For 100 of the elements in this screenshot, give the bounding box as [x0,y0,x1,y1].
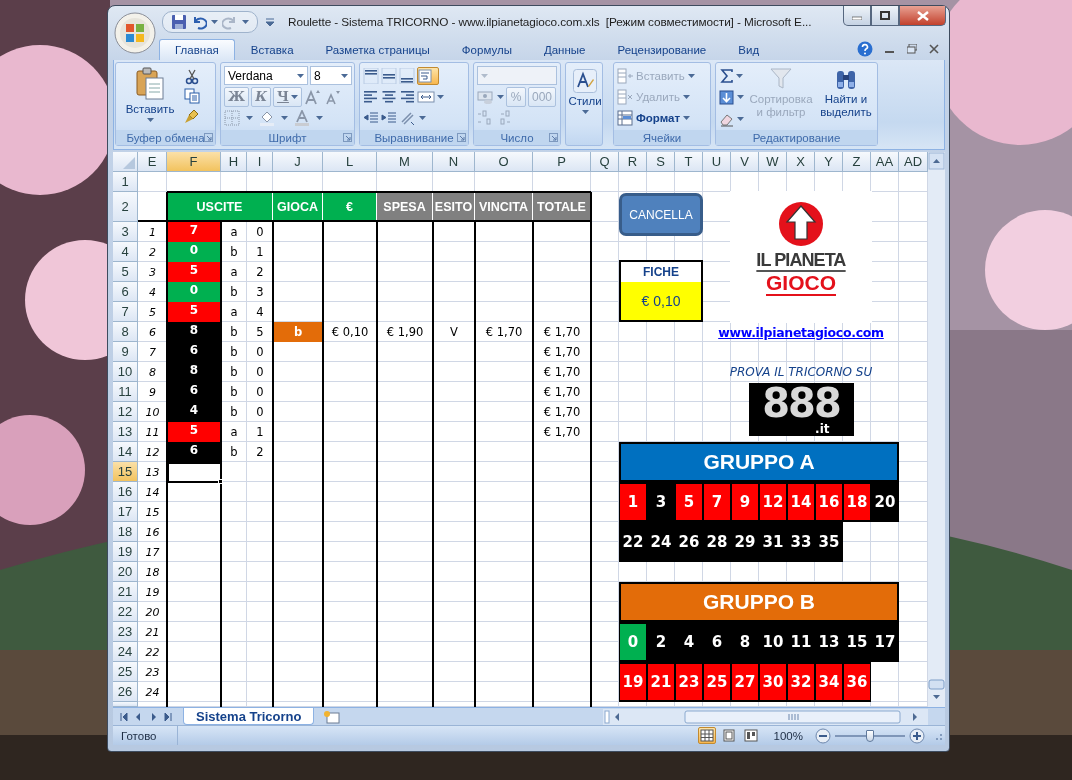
caret-icon[interactable] [281,115,288,120]
column-header[interactable]: T [675,152,703,172]
close-icon[interactable] [929,44,939,54]
zoom-in-icon[interactable] [909,727,925,744]
column-header[interactable]: F [167,152,221,172]
slider-thumb[interactable] [866,729,874,742]
row-header[interactable]: 19 [113,542,138,562]
column-header[interactable]: N [433,152,475,172]
fill-down-icon[interactable] [719,90,734,105]
cancel-button[interactable]: CANCELLA [619,193,703,236]
ribbon-tab[interactable]: Вставка [234,39,310,60]
caret-icon[interactable] [316,115,323,120]
row-header[interactable]: 18 [113,522,138,542]
wrap-text-icon[interactable] [417,66,439,85]
row-header[interactable]: 7 [113,302,138,322]
promo-logo[interactable]: 888 .it [748,383,854,436]
font-grow-icon[interactable] [303,88,322,105]
horizontal-scrollbar[interactable] [603,708,928,725]
dialog-launcher-icon[interactable] [343,133,352,142]
align-top-icon[interactable] [363,67,379,84]
row-header[interactable]: 16 [113,482,138,502]
page-break-icon[interactable] [741,727,760,744]
column-header[interactable]: J [273,152,323,172]
caret-icon[interactable] [419,115,426,120]
caret-icon[interactable] [246,115,253,120]
font-size-field[interactable]: 8 [310,66,352,85]
zoom-out-icon[interactable] [815,727,831,744]
customize-icon[interactable] [266,18,274,26]
column-header[interactable]: AA [871,152,899,172]
column-header[interactable]: W [759,152,787,172]
row-header[interactable]: 11 [113,382,138,402]
ribbon-tab[interactable]: Вид [722,39,776,60]
dialog-launcher-icon[interactable] [549,133,558,142]
selected-cell[interactable] [167,462,222,483]
column-header[interactable]: Z [843,152,871,172]
row-header[interactable]: 10 [113,362,138,382]
scissors-icon[interactable] [184,68,200,85]
column-header[interactable]: M [377,152,433,172]
column-header[interactable]: S [647,152,675,172]
font-color-icon[interactable] [294,109,310,126]
decrease-indent-icon[interactable] [363,109,379,126]
number-format-field[interactable] [477,66,557,85]
maximize-button[interactable] [871,6,899,26]
website-link[interactable]: www.ilpianetagioco.com [718,324,884,340]
row-header[interactable]: 21 [113,582,138,602]
undo-icon[interactable] [191,14,207,30]
sheet-tab[interactable]: Sistema Tricorno [183,708,315,725]
row-header[interactable]: 25 [113,662,138,682]
column-header[interactable]: L [323,152,377,172]
font-shrink-icon[interactable] [323,88,342,105]
row-header[interactable]: 26 [113,682,138,702]
ribbon-command[interactable]: Найти и выделить [817,65,874,128]
help-icon[interactable] [857,41,873,57]
column-header[interactable]: O [475,152,533,172]
sum-icon[interactable] [719,68,733,85]
caret-icon[interactable] [737,95,744,100]
increase-indent-icon[interactable] [381,109,397,126]
ribbon-tab[interactable]: Рецензирование [601,39,723,60]
fill-color-icon[interactable] [259,109,275,126]
row-header[interactable]: 23 [113,622,138,642]
column-header[interactable]: R [619,152,647,172]
ribbon-tab[interactable]: Разметка страницы [309,39,446,60]
ribbon-command[interactable]: Формат [617,107,695,128]
dialog-launcher-icon[interactable] [457,133,466,142]
align-left-icon[interactable] [363,88,379,105]
row-header[interactable]: 3 [113,222,138,242]
row-header[interactable]: 15 [113,462,138,482]
row-header[interactable]: 22 [113,602,138,622]
column-header[interactable]: V [731,152,759,172]
vertical-scrollbar[interactable] [928,152,945,707]
row-header[interactable]: 20 [113,562,138,582]
column-header[interactable]: AD [899,152,928,172]
column-header[interactable]: P [533,152,591,172]
row-header[interactable]: 14 [113,442,138,462]
minimize-button[interactable] [843,6,871,26]
restore-icon[interactable] [907,44,917,54]
column-header[interactable]: E [138,152,167,172]
ribbon-tab[interactable]: Формулы [445,39,528,60]
row-header[interactable]: 17 [113,502,138,522]
align-right-icon[interactable] [399,88,415,105]
office-button[interactable] [114,12,156,54]
save-icon[interactable] [171,14,187,30]
row-header[interactable]: 13 [113,422,138,442]
column-header[interactable]: H [221,152,247,172]
caret-icon[interactable] [437,94,444,99]
align-bottom-icon[interactable] [399,67,415,84]
copy-icon[interactable] [184,88,200,105]
ribbon-tab[interactable]: Главная [159,39,235,60]
column-header[interactable]: Y [815,152,843,172]
caret-icon[interactable] [497,94,504,99]
caret-icon[interactable] [736,74,743,79]
paint-brush-icon[interactable] [184,108,200,125]
column-header[interactable]: X [787,152,815,172]
row-header[interactable]: 5 [113,262,138,282]
column-header[interactable]: Q [591,152,619,172]
close-button[interactable] [899,6,946,26]
align-center-icon[interactable] [381,88,397,105]
row-header[interactable]: 9 [113,342,138,362]
row-header[interactable]: 2 [113,192,138,222]
align-middle-icon[interactable] [381,67,397,84]
